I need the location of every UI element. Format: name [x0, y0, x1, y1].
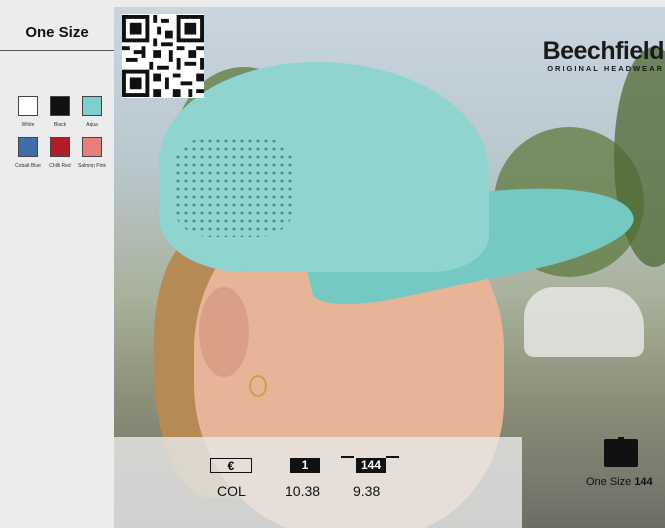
swatch-label-cobalt-blue: Cobalt Blue [15, 163, 41, 169]
swatch-label-aqua: Aqua [86, 122, 98, 128]
price-qty-144: 9.38 [353, 483, 381, 499]
swatch-black[interactable] [50, 96, 70, 116]
brand-logo: Beechfield ORIGINAL HEADWEAR [508, 37, 665, 73]
divider [0, 50, 114, 51]
cap-ventilation-panel [174, 137, 294, 237]
swatch-label-black: Black [53, 122, 67, 128]
swatch-label-chilli-red: Chilli Red [49, 163, 71, 169]
swatch-label-white: White [21, 122, 35, 128]
pack-size-label: One Size [586, 476, 632, 488]
qr-code-icon[interactable] [122, 14, 204, 98]
qty-tick-right [386, 456, 399, 458]
swatch-salmon-pink[interactable] [82, 137, 102, 157]
qty-1-box: 1 [290, 458, 320, 473]
qty-tick-left [341, 456, 354, 458]
colour-size-panel: One Size White Black Aqua Cobalt Blue Ch… [0, 0, 114, 528]
swatch-label-salmon-pink: Salmon Pink [77, 163, 107, 169]
price-qty-1: 10.38 [285, 483, 321, 499]
swatch-aqua[interactable] [82, 96, 102, 116]
carton-icon [604, 437, 638, 467]
pack-info: One Size 144 [586, 476, 653, 488]
model-ear [199, 287, 249, 377]
row-label: COL [217, 483, 246, 499]
background-car [524, 287, 644, 357]
earring [249, 375, 267, 397]
size-title: One Size [25, 24, 89, 41]
pack-quantity: 144 [634, 476, 653, 488]
currency-box: € [210, 458, 252, 473]
qty-144-box: 144 [356, 458, 386, 473]
swatch-white[interactable] [18, 96, 38, 116]
swatch-cobalt-blue[interactable] [18, 137, 38, 157]
swatch-chilli-red[interactable] [50, 137, 70, 157]
brand-tagline: ORIGINAL HEADWEAR [547, 64, 664, 73]
brand-name: Beechfield [542, 37, 665, 65]
